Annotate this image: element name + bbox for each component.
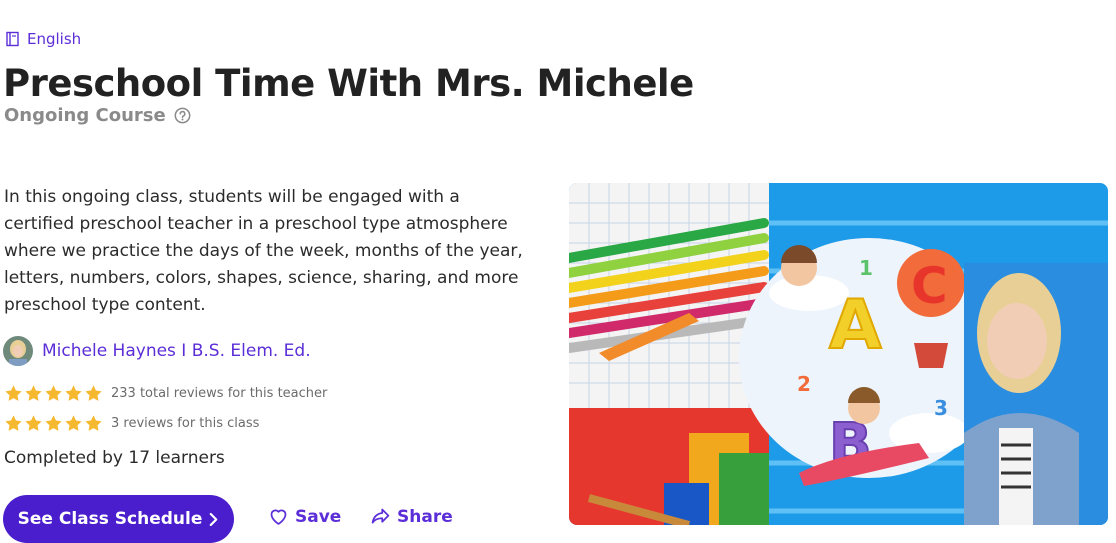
star-icon xyxy=(5,385,22,401)
course-type-label: Ongoing Course xyxy=(4,105,166,126)
svg-text:2: 2 xyxy=(797,372,811,396)
course-description: In this ongoing class, students will be … xyxy=(4,187,523,315)
star-rating xyxy=(4,384,103,403)
teacher-link[interactable]: Michele Haynes I B.S. Elem. Ed. xyxy=(3,336,311,366)
class-rating: 3 reviews for this class xyxy=(4,414,259,433)
svg-text:3: 3 xyxy=(934,396,948,420)
completed-count: Completed by 17 learners xyxy=(4,448,225,468)
course-type: Ongoing Course xyxy=(4,105,191,126)
language-tag[interactable]: English xyxy=(5,30,81,48)
course-hero-image: A B C 1 2 3 xyxy=(569,183,1108,525)
star-icon xyxy=(45,385,62,401)
save-button[interactable]: Save xyxy=(268,506,341,527)
star-icon xyxy=(25,415,42,431)
class-reviews-text[interactable]: 3 reviews for this class xyxy=(111,416,259,431)
star-icon xyxy=(5,415,22,431)
svg-text:1: 1 xyxy=(859,256,873,280)
teacher-rating: 233 total reviews for this teacher xyxy=(4,384,327,403)
see-class-schedule-button[interactable]: See Class Schedule xyxy=(3,495,234,543)
share-button[interactable]: Share xyxy=(370,506,453,527)
teacher-reviews-text[interactable]: 233 total reviews for this teacher xyxy=(111,386,327,401)
save-label: Save xyxy=(295,506,342,527)
share-label: Share xyxy=(397,506,453,527)
book-icon xyxy=(6,31,19,47)
chevron-right-icon xyxy=(210,512,218,526)
star-icon xyxy=(65,415,82,431)
star-icon xyxy=(85,415,102,431)
help-icon[interactable] xyxy=(174,107,191,124)
heart-icon xyxy=(270,509,287,525)
teacher-name[interactable]: Michele Haynes I B.S. Elem. Ed. xyxy=(42,341,311,361)
share-icon xyxy=(371,508,390,524)
avatar[interactable] xyxy=(3,336,33,366)
star-icon xyxy=(85,385,102,401)
star-icon xyxy=(45,415,62,431)
page-title: Preschool Time With Mrs. Michele xyxy=(3,62,694,105)
svg-text:A: A xyxy=(829,286,882,365)
svg-text:C: C xyxy=(911,257,948,315)
schedule-button-label: See Class Schedule xyxy=(17,509,203,529)
star-icon xyxy=(25,385,42,401)
language-label: English xyxy=(27,30,82,48)
star-rating xyxy=(4,414,103,433)
star-icon xyxy=(65,385,82,401)
